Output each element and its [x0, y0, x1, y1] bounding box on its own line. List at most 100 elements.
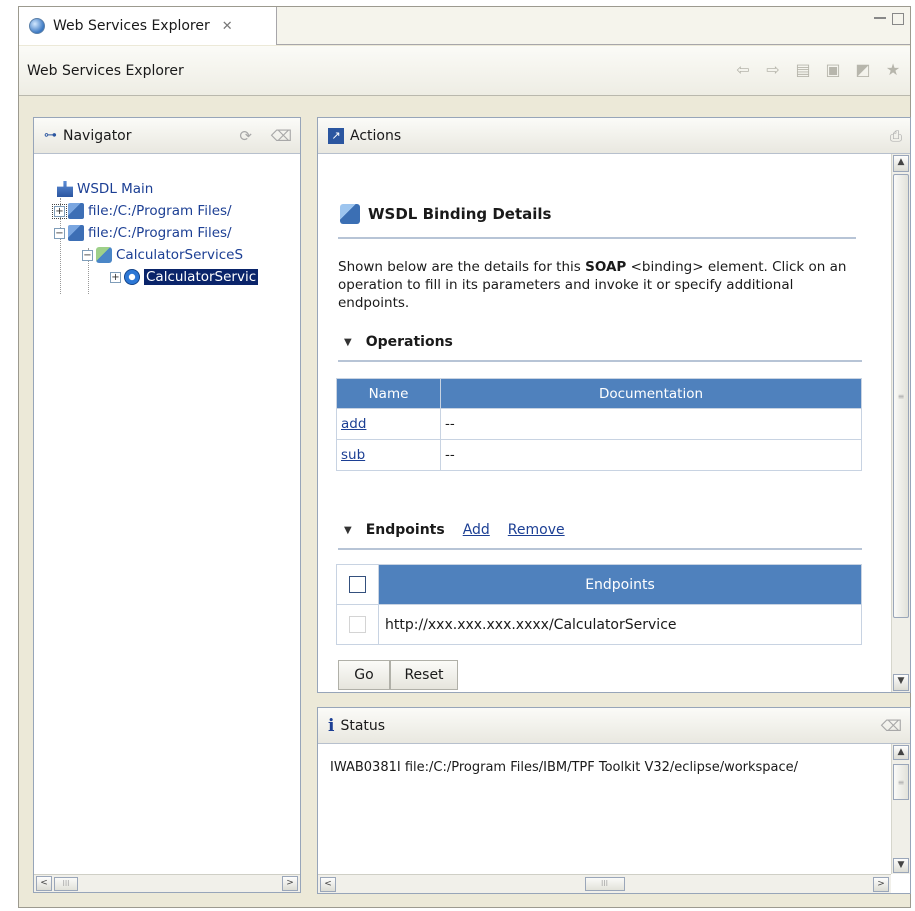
expand-icon[interactable]: +	[52, 203, 67, 219]
wsdl-file-icon	[68, 203, 84, 219]
collapse-icon[interactable]: −	[82, 249, 93, 261]
collapse-icon[interactable]: −	[54, 227, 65, 239]
endpoint-checkbox[interactable]	[348, 616, 366, 633]
refresh-icon[interactable]: ⟳	[239, 127, 252, 145]
copy-icon[interactable]: ▣	[824, 60, 842, 79]
binding-icon	[340, 204, 360, 224]
actions-title: Actions	[350, 127, 402, 144]
scroll-thumb[interactable]: III	[584, 877, 625, 891]
status-vertical-scrollbar[interactable]: ▲ ≡ ▼	[891, 744, 910, 874]
tree-item-file-2[interactable]: − file:/C:/Program Files/	[54, 223, 232, 243]
operation-link-sub[interactable]: sub	[341, 447, 365, 463]
favorites-icon[interactable]: ★	[884, 60, 902, 79]
scroll-right-icon[interactable]: >	[873, 876, 889, 892]
reset-button[interactable]: Reset	[390, 660, 458, 690]
scroll-left-icon[interactable]: <	[36, 876, 52, 891]
status-title: Status	[340, 717, 386, 734]
select-all-cell	[336, 564, 379, 605]
collapse-triangle-icon[interactable]: ▼	[344, 525, 352, 536]
endpoint-checkbox-cell	[336, 604, 379, 645]
add-endpoint-link[interactable]: Add	[463, 522, 490, 538]
tree-item-label: WSDL Main	[77, 181, 154, 197]
scroll-track[interactable]: III	[336, 877, 873, 891]
scroll-right-icon[interactable]: >	[282, 876, 298, 891]
navigator-panel: ⊶ Navigator ⟳ ⌫ WSDL Main + file:/C:/Pro…	[33, 117, 301, 893]
scroll-up-icon[interactable]: ▲	[893, 155, 909, 172]
scroll-thumb[interactable]: ≡	[893, 764, 909, 800]
status-horizontal-scrollbar[interactable]: < III >	[318, 874, 891, 893]
print-icon[interactable]: ⎙	[890, 127, 902, 145]
scroll-up-icon[interactable]: ▲	[893, 745, 909, 760]
actions-icon: ↗	[328, 127, 344, 144]
tree-item-label: CalculatorServiceS	[116, 247, 244, 263]
divider	[338, 548, 862, 550]
description-bold: SOAP	[585, 259, 627, 275]
expand-icon[interactable]: +	[110, 271, 121, 283]
operation-doc-cell: --	[440, 439, 862, 471]
tree-item-file-1[interactable]: + file:/C:/Program Files/	[52, 201, 232, 221]
binding-title-text: WSDL Binding Details	[368, 205, 552, 223]
operations-title: Operations	[365, 334, 453, 350]
actions-content: WSDL Binding Details Shown below are the…	[318, 154, 891, 692]
table-row: http://xxx.xxx.xxx.xxxx/CalculatorServic…	[336, 604, 862, 645]
status-panel: i Status ⌫ IWAB0381I file:/C:/Program Fi…	[317, 707, 911, 894]
globe-icon	[29, 18, 45, 34]
operation-link-add[interactable]: add	[341, 416, 366, 432]
status-message: IWAB0381I file:/C:/Program Files/IBM/TPF…	[330, 760, 799, 775]
navigator-header: ⊶ Navigator ⟳ ⌫	[34, 118, 300, 154]
clear-status-icon[interactable]: ⌫	[881, 717, 902, 735]
wsdl-icon[interactable]: ◩	[854, 60, 872, 79]
collapse-triangle-icon[interactable]: ▼	[344, 337, 352, 348]
tree-item-label: file:/C:/Program Files/	[88, 225, 232, 241]
tree-item-calculator-service[interactable]: − CalculatorServiceS	[82, 245, 243, 265]
scroll-down-icon[interactable]: ▼	[893, 674, 909, 691]
back-arrow-icon[interactable]: ⇦	[734, 60, 752, 79]
clear-icon[interactable]: ⌫	[271, 127, 292, 145]
endpoint-url: http://xxx.xxx.xxx.xxxx/CalculatorServic…	[378, 604, 862, 645]
info-icon: i	[328, 715, 335, 736]
actions-panel: ↗ Actions ⎙ WSDL Binding Details Shown b…	[317, 117, 911, 693]
divider	[338, 360, 862, 362]
tree-item-calculator-binding[interactable]: + CalculatorServic	[110, 267, 259, 287]
go-button[interactable]: Go	[338, 660, 390, 690]
scroll-left-icon[interactable]: <	[320, 876, 336, 892]
endpoints-title: Endpoints	[365, 522, 445, 538]
navigator-tree: WSDL Main + file:/C:/Program Files/ − fi…	[34, 154, 300, 874]
tree-item-wsdl-main[interactable]: WSDL Main	[54, 179, 153, 199]
wsdl-main-icon	[57, 181, 73, 197]
forward-arrow-icon[interactable]: ⇨	[764, 60, 782, 79]
window-controls	[874, 13, 904, 25]
navigator-horizontal-scrollbar[interactable]: < III >	[34, 874, 300, 892]
navigator-title: Navigator	[63, 127, 132, 144]
navigator-toolbar: ⟳ ⌫	[239, 127, 292, 145]
remove-endpoint-link[interactable]: Remove	[508, 522, 565, 538]
view-tab-strip: Web Services Explorer ✕	[19, 7, 910, 45]
navigator-icon: ⊶	[44, 128, 57, 143]
service-icon	[96, 247, 112, 263]
scroll-thumb[interactable]: III	[54, 876, 78, 891]
operation-name-cell: add	[336, 408, 441, 440]
page-icon[interactable]: ▤	[794, 60, 812, 79]
table-row: add --	[336, 408, 862, 440]
minimize-icon[interactable]	[874, 13, 886, 19]
column-header-documentation: Documentation	[440, 378, 862, 409]
divider	[338, 237, 856, 239]
column-header-endpoints: Endpoints	[378, 564, 862, 605]
operation-doc-cell: --	[440, 408, 862, 440]
close-icon[interactable]: ✕	[222, 19, 233, 34]
operations-table: Name Documentation add -- sub --	[336, 378, 862, 471]
scroll-down-icon[interactable]: ▼	[893, 858, 909, 873]
status-header: i Status ⌫	[318, 708, 910, 744]
actions-vertical-scrollbar[interactable]: ▲ ≡ ▼	[891, 154, 910, 692]
scroll-thumb[interactable]: ≡	[893, 174, 909, 618]
scroll-track[interactable]: III	[52, 876, 282, 891]
endpoints-table: Endpoints http://xxx.xxx.xxx.xxxx/Calcul…	[336, 564, 862, 645]
select-all-checkbox[interactable]	[349, 576, 366, 593]
tab-web-services-explorer[interactable]: Web Services Explorer ✕	[19, 7, 277, 45]
table-row: sub --	[336, 439, 862, 471]
web-services-explorer-window: Web Services Explorer ✕ Web Services Exp…	[18, 6, 911, 908]
operations-section-title[interactable]: ▼ Operations	[344, 334, 453, 350]
page-title: Web Services Explorer	[27, 62, 184, 79]
binding-details-title: WSDL Binding Details	[340, 204, 551, 224]
maximize-icon[interactable]	[892, 13, 904, 25]
